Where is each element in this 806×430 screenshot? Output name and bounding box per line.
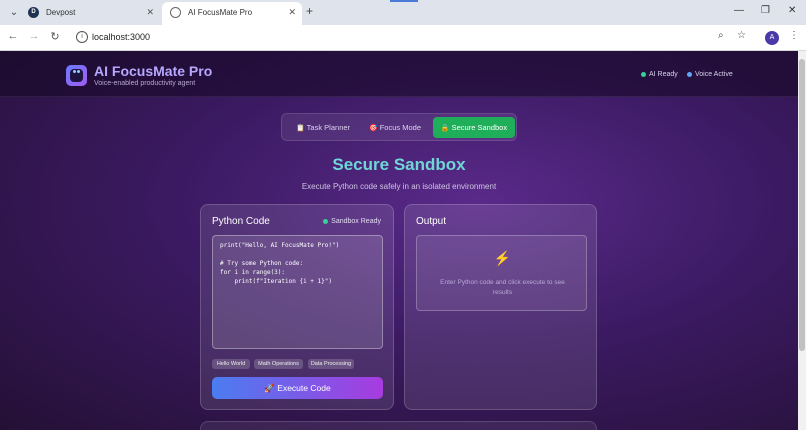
tab-strip-indicator [390,0,418,2]
sample-math-operations-button[interactable]: Math Operations [254,359,303,369]
tab-label: AI FocusMate Pro [188,8,253,17]
robot-logo-icon [66,65,87,86]
browser-tab-devpost[interactable]: D Devpost ✕ [20,2,160,23]
browser-tab-focusmate[interactable]: AI FocusMate Pro ✕ [162,2,302,25]
maximize-icon[interactable]: ❐ [761,5,770,16]
bookmark-star-icon[interactable]: ☆ [737,30,746,41]
browser-menu-icon[interactable]: ⋮ [789,30,799,41]
page-scrollbar[interactable] [798,51,806,430]
mode-tabs: 📋 Task Planner 🎯 Focus Mode 🔒 Secure Sandbo… [281,113,517,141]
next-section-card [200,421,597,430]
status-voice-active: Voice Active [687,71,733,78]
target-icon: 🎯 [369,125,378,132]
clipboard-icon: 📋 [295,125,305,132]
browser-tab-bar: ⌄ D Devpost ✕ AI FocusMate Pro ✕ + — ❐ ✕ [0,0,806,25]
status-dot-icon [687,71,692,77]
section-title: Secure Sandbox [332,155,466,174]
code-line: # Try some Python code: [220,260,304,267]
status-ai-ready: AI Ready [641,71,678,78]
app-header: AI FocusMate Pro Voice-enabled productiv… [0,51,798,97]
close-tab-icon[interactable]: ✕ [288,2,296,23]
code-line: print(f"Iteration {i + 1}") [220,278,332,285]
tab-focus-mode[interactable]: 🎯 Focus Mode [362,117,428,138]
output-card: Output ⚡ Enter Python code and click exe… [404,204,597,410]
code-line: print("Hello, AI FocusMate Pro!") [220,242,340,249]
address-bar[interactable]: i localhost:3000 [72,28,754,48]
close-tab-icon[interactable]: ✕ [146,2,154,23]
close-window-icon[interactable]: ✕ [788,5,796,16]
forward-icon[interactable]: → [26,30,42,42]
sandbox-status-badge: Sandbox Ready [323,218,381,225]
globe-icon [170,7,181,18]
output-title: Output [416,216,447,227]
status-dot-icon [641,71,646,77]
app-page: AI FocusMate Pro Voice-enabled productiv… [0,51,798,430]
code-editor[interactable]: print("Hello, AI FocusMate Pro!") # Try … [212,235,383,349]
app-title: AI FocusMate Pro [94,63,213,79]
minimize-icon[interactable]: — [734,5,744,16]
url-text: localhost:3000 [92,32,151,42]
execute-label: Execute Code [277,383,331,393]
lightning-icon: ⚡ [493,250,512,266]
back-icon[interactable]: ← [5,30,21,42]
python-code-title: Python Code [212,216,270,227]
rocket-icon: 🚀 [264,383,275,393]
site-info-icon[interactable]: i [76,31,88,43]
tab-label: Devpost [46,8,76,17]
code-line: for i in range(3): [220,269,286,276]
browser-toolbar: ← → ↻ i localhost:3000 ⌕ ☆ ⋮ [0,25,806,51]
output-area: ⚡ Enter Python code and click execute to… [416,235,587,311]
new-tab-button[interactable]: + [306,4,313,18]
tab-secure-sandbox[interactable]: 🔒 Secure Sandbox [433,117,515,138]
tab-task-planner[interactable]: 📋 Task Planner [288,117,358,138]
zoom-icon[interactable]: ⌕ [718,30,724,41]
section-subtitle: Execute Python code safely in an isolate… [301,182,497,191]
output-placeholder: Enter Python code and click execute to s… [440,279,565,296]
python-code-card: Python Code Sandbox Ready print("Hello, … [200,204,394,410]
sample-hello-world-button[interactable]: Hello World [212,359,250,369]
sample-data-processing-button[interactable]: Data Processing [308,359,354,369]
reload-icon[interactable]: ↻ [47,30,63,43]
status-dot-icon [323,218,329,224]
lock-icon: 🔒 [440,125,450,132]
profile-avatar[interactable]: A [765,31,779,45]
devpost-favicon: D [28,7,39,18]
app-subtitle: Voice-enabled productivity agent [94,80,196,87]
scrollbar-thumb[interactable] [799,59,805,351]
execute-code-button[interactable]: 🚀 Execute Code [212,377,383,399]
